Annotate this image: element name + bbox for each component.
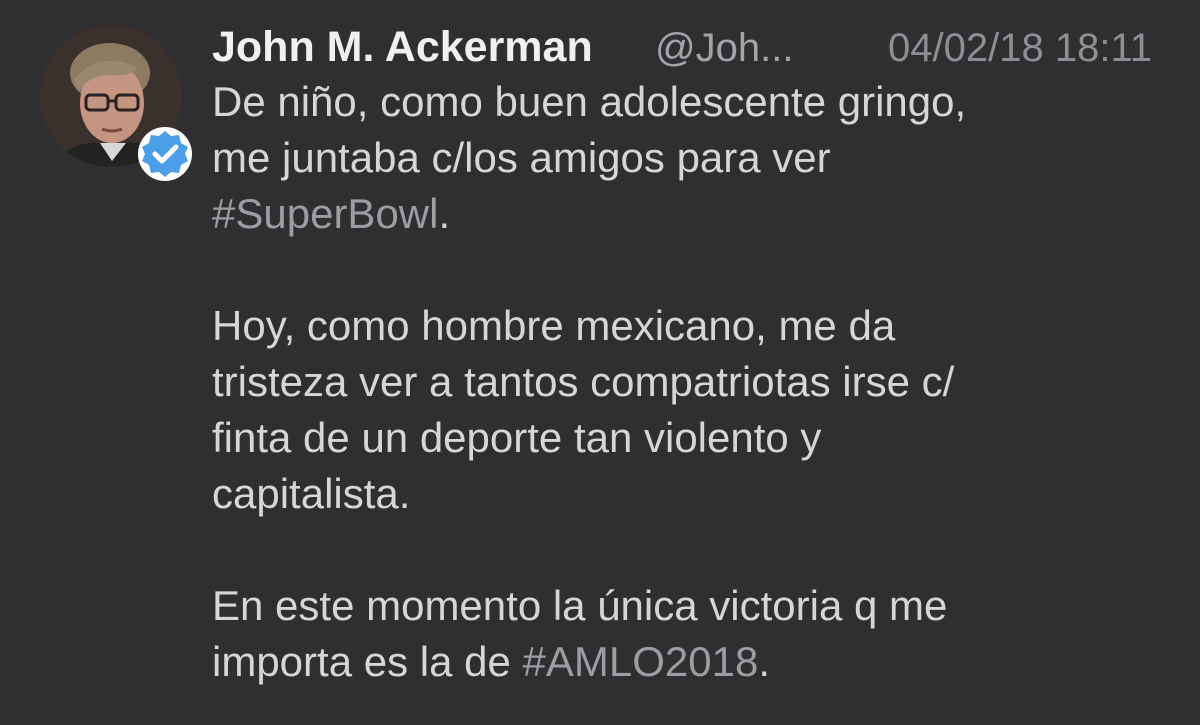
text-fragment: . (758, 638, 770, 685)
tweet-paragraph: En este momento la única victoria q me i… (212, 578, 1172, 690)
tweet-header: John M. Ackerman @Joh... 04/02/18 18:11 (212, 22, 1172, 72)
hashtag-link[interactable]: #AMLO2018 (523, 638, 759, 685)
text-line: capitalista. (212, 470, 411, 517)
text-line: De niño, como buen adolescente gringo, (212, 78, 967, 125)
hashtag-link[interactable]: #SuperBowl (212, 190, 438, 237)
tweet-paragraph: De niño, como buen adolescente gringo, m… (212, 74, 1172, 242)
verified-badge-icon (136, 125, 194, 183)
text-line: tristeza ver a tantos compatriotas irse … (212, 358, 955, 405)
author-name[interactable]: John M. Ackerman (212, 22, 593, 72)
text-line: Hoy, como hombre mexicano, me da (212, 302, 896, 349)
tweet-timestamp[interactable]: 04/02/18 18:11 (888, 22, 1152, 74)
text-line: me juntaba c/los amigos para ver (212, 134, 831, 181)
tweet-text: De niño, como buen adolescente gringo, m… (212, 74, 1172, 690)
text-fragment: . (438, 190, 451, 237)
text-line: finta de un deporte tan violento y (212, 414, 822, 461)
author-handle[interactable]: @Joh... (655, 22, 793, 74)
tweet[interactable]: John M. Ackerman @Joh... 04/02/18 18:11 … (0, 0, 1200, 725)
text-fragment: importa es la de (212, 638, 523, 685)
avatar-container[interactable] (40, 25, 192, 181)
text-line: En este momento la única victoria q me (212, 582, 948, 629)
tweet-paragraph: Hoy, como hombre mexicano, me da tristez… (212, 298, 1172, 522)
